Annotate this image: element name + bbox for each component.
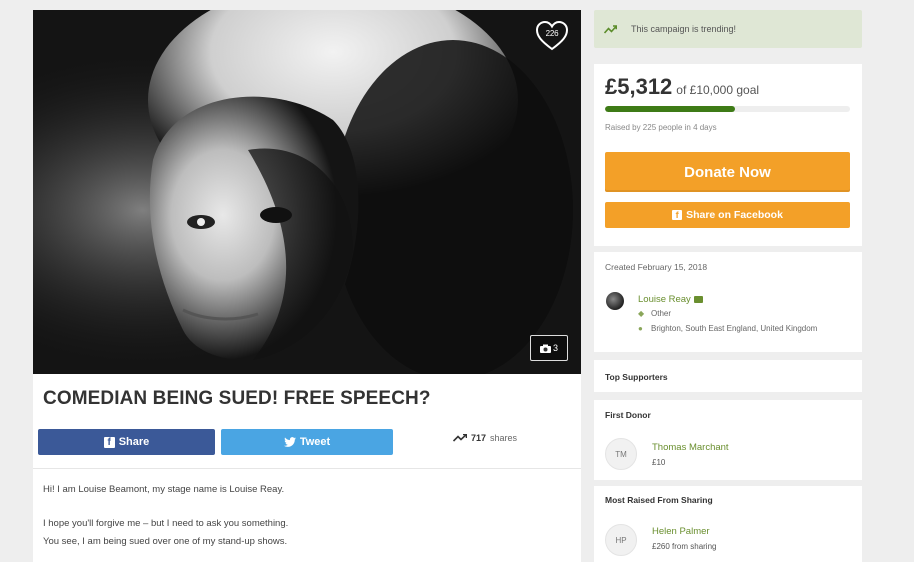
first-donor-heading: First Donor: [605, 410, 651, 420]
facebook-icon: f: [672, 210, 683, 220]
tag-icon: ◆: [638, 309, 645, 318]
organiser-name: Louise Reay: [638, 294, 691, 305]
tweet-label: Tweet: [299, 436, 331, 448]
favourite-button[interactable]: 226: [535, 20, 569, 52]
funding-summary: £5,312 of £10,000 goal: [605, 74, 759, 100]
amount-raised: £5,312: [605, 74, 673, 99]
share-facebook-button[interactable]: f Share: [38, 429, 215, 455]
twitter-icon: [283, 437, 296, 447]
photo-count: 3: [552, 343, 558, 353]
organiser-location-label: Brighton, South East England, United Kin…: [651, 324, 818, 333]
donor-amount: £260 from sharing: [652, 542, 717, 551]
favourites-count: 226: [545, 29, 559, 38]
avatar: TM: [605, 438, 637, 470]
progress-bar: [605, 106, 850, 112]
created-date: Created February 15, 2018: [605, 262, 708, 272]
top-supporters-card: Top Supporters: [594, 360, 862, 392]
organiser-name-link[interactable]: Louise Reay: [638, 294, 703, 305]
organiser-location: ● Brighton, South East England, United K…: [638, 324, 817, 333]
donor-name: Thomas Marchant: [652, 442, 729, 453]
progress-fill: [605, 106, 736, 112]
organiser-category-label: Other: [651, 309, 672, 318]
tweet-button[interactable]: Tweet: [221, 429, 393, 455]
first-donor-card: First Donor TM Thomas Marchant £10: [594, 400, 862, 480]
organiser-card: Created February 15, 2018 Louise Reay ◆ …: [594, 252, 862, 352]
campaign-content: COMEDIAN BEING SUED! FREE SPEECH? f Shar…: [33, 374, 581, 562]
divider: [33, 468, 581, 469]
donor-name: Helen Palmer: [652, 526, 710, 537]
donor-amount: £10: [652, 458, 666, 467]
trending-icon: [453, 434, 467, 442]
campaign-title: COMEDIAN BEING SUED! FREE SPEECH?: [43, 388, 431, 409]
shares-count: 717: [471, 433, 487, 443]
camera-icon: [539, 344, 551, 353]
trending-icon: [604, 24, 617, 34]
share-on-facebook-label: Share on Facebook: [686, 209, 783, 221]
photo-gallery-button[interactable]: 3: [530, 335, 568, 361]
campaign-hero-image[interactable]: 226 3: [33, 10, 581, 374]
share-facebook-label: Share: [118, 436, 150, 448]
most-shared-heading: Most Raised From Sharing: [605, 495, 713, 505]
trending-banner: This campaign is trending!: [594, 10, 862, 48]
hero-photo: [33, 10, 581, 374]
facebook-icon: f: [103, 436, 115, 448]
goal-text: of £10,000 goal: [676, 83, 760, 97]
avatar: HP: [605, 524, 637, 556]
share-on-facebook-button[interactable]: f Share on Facebook: [605, 202, 850, 228]
top-supporters-heading: Top Supporters: [605, 372, 668, 382]
story-paragraph: Hi! I am Louise Beamont, my stage name i…: [43, 484, 285, 495]
most-shared-card: Most Raised From Sharing HP Helen Palmer…: [594, 486, 862, 562]
raised-by-text: Raised by 225 people in 4 days: [605, 123, 717, 132]
mail-icon[interactable]: [693, 296, 703, 303]
organiser-category: ◆ Other: [638, 309, 671, 318]
story-paragraph: You see, I am being sued over one of my …: [43, 536, 288, 547]
avatar[interactable]: [606, 292, 624, 310]
trending-text: This campaign is trending!: [631, 24, 737, 34]
shares-label: shares: [490, 433, 518, 443]
donate-now-button[interactable]: Donate Now: [605, 152, 850, 192]
donation-card: £5,312 of £10,000 goal Raised by 225 peo…: [594, 64, 862, 246]
story-paragraph: I hope you'll forgive me – but I need to…: [43, 518, 289, 529]
shares-counter: 717 shares: [453, 433, 517, 443]
location-pin-icon: ●: [638, 324, 643, 333]
